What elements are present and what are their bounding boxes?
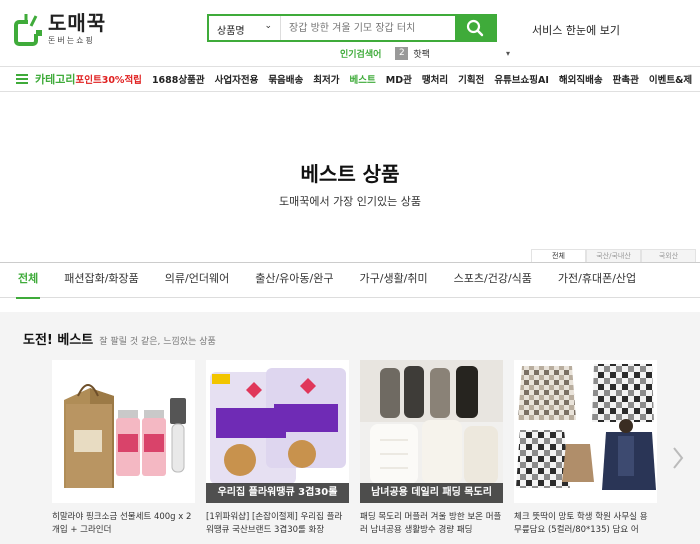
nav-item[interactable]: 1688상품관 xyxy=(152,72,205,86)
expand-arrow-icon[interactable]: ▾ xyxy=(506,49,510,58)
product-name[interactable]: 체크 뜻딱이 망토 학생 학원 사무실 용 무릎담요 (5컬러/80*135) … xyxy=(514,511,657,537)
category-menu-button[interactable]: 카테고리 xyxy=(16,71,75,87)
section-subtitle: 잘 팔릴 것 같은, 느낌있는 상품 xyxy=(99,337,216,347)
logo-subtitle: 돈버는쇼핑 xyxy=(48,36,95,45)
page-title: 베스트 상품 xyxy=(300,162,400,186)
category-menu-label: 카테고리 xyxy=(35,73,76,86)
region-tab[interactable]: 국외산 xyxy=(641,249,696,262)
product-image-check-cape-blanket[interactable] xyxy=(514,360,657,503)
region-tab[interactable]: 전체 xyxy=(531,249,586,262)
product-card[interactable]: 체크 뜻딱이 망토 학생 학원 사무실 용 무릎담요 (5컬러/80*135) … xyxy=(514,360,657,537)
product-card[interactable]: 우리집 플라워땡큐 3겹30롤 [1위파워샵] [손잡이절제] 우리집 플라워땡… xyxy=(206,360,349,537)
logo-title: 도매꾹 xyxy=(48,11,107,35)
category-tab[interactable]: 가구/생활/취미 xyxy=(360,262,428,298)
region-tabs: 전체 국산/국내산 국외산 xyxy=(531,249,696,262)
chevron-right-icon xyxy=(673,447,684,469)
category-tab[interactable]: 패션잡화/화장품 xyxy=(64,262,139,298)
product-card[interactable]: 히말라야 핑크소금 선물세트 400g x 2개입 + 그라인더 xyxy=(52,360,195,537)
nav-item[interactable]: 땡처리 xyxy=(422,72,448,86)
main-navigation: 카테고리 포인트30%적립 1688상품관 사업자전용 묶음배송 최저가 베스트 MD관 땡처… xyxy=(0,66,700,92)
nav-item[interactable]: 묶음배송 xyxy=(268,72,303,86)
nav-item[interactable]: 베스트 xyxy=(350,72,376,86)
nav-item-list: 포인트30%적립 1688상품관 사업자전용 묶음배송 최저가 베스트 MD관 땡처리 기획전 유… xyxy=(75,72,700,86)
popular-keyword[interactable]: 핫팩 xyxy=(413,47,430,60)
nav-item[interactable]: 포인트30%적립 xyxy=(75,72,141,86)
hamburger-icon xyxy=(16,74,28,84)
category-tab[interactable]: 스포츠/건강/식품 xyxy=(454,262,532,298)
product-list: 히말라야 핑크소금 선물세트 400g x 2개입 + 그라인더 우리집 플라워… xyxy=(52,360,668,537)
search-category-value: 상품명 xyxy=(217,26,245,37)
product-caption: 우리집 플라워땡큐 3겹30롤 xyxy=(206,483,349,503)
site-logo[interactable]: 도매꾹 돈버는쇼핑 xyxy=(14,12,106,46)
product-image-toilet-paper[interactable]: 우리집 플라워땡큐 3겹30롤 xyxy=(206,360,349,503)
category-tab[interactable]: 전체 xyxy=(15,262,41,299)
popular-keyword-rank: 2 xyxy=(395,47,409,60)
category-tabs: 전체 패션잡화/화장품 의류/언더웨어 출산/유아동/완구 가구/생활/취미 스포츠/건강… xyxy=(0,262,700,299)
nav-item[interactable]: 유튜브쇼핑AI xyxy=(494,72,549,86)
nav-item[interactable]: 기획전 xyxy=(458,72,484,86)
search-bar: 상품명 ⌄ xyxy=(207,14,497,42)
search-icon xyxy=(466,19,484,37)
category-tab[interactable]: 출산/유아동/완구 xyxy=(255,262,333,298)
product-name[interactable]: 패딩 목도리 머플러 겨울 방한 보온 머플러 남녀공용 생활방수 경량 패딩 xyxy=(360,511,503,537)
nav-item[interactable]: 최저가 xyxy=(313,72,339,86)
logo-icon xyxy=(14,12,44,46)
nav-item[interactable]: MD관 xyxy=(386,72,412,86)
search-category-select[interactable]: 상품명 ⌄ xyxy=(209,16,281,40)
category-tab[interactable]: 의류/언더웨어 xyxy=(165,262,229,298)
category-tab[interactable]: 가전/휴대폰/산업 xyxy=(558,262,636,298)
search-button[interactable] xyxy=(455,16,495,40)
page-description: 도매꾹에서 가장 인기있는 상품 xyxy=(278,195,422,208)
nav-item[interactable]: 판촉관 xyxy=(613,72,639,86)
product-image-padding-scarf[interactable]: 남녀공용 데일리 패딩 목도리 xyxy=(360,360,503,503)
product-card[interactable]: 남녀공용 데일리 패딩 목도리 패딩 목도리 머플러 겨울 방한 보온 머플러 … xyxy=(360,360,503,537)
section-title: 도전! 베스트 xyxy=(23,333,94,348)
chevron-down-icon: ⌄ xyxy=(264,21,272,31)
product-caption: 남녀공용 데일리 패딩 목도리 xyxy=(360,483,503,503)
challenge-best-section: 도전! 베스트 잘 팔릴 것 같은, 느낌있는 상품 히말라야 핑크소금 선물세… xyxy=(0,312,700,544)
nav-item[interactable]: 사업자전용 xyxy=(215,72,259,86)
search-input[interactable] xyxy=(281,16,455,40)
product-name[interactable]: [1위파워샵] [손잡이절제] 우리집 플라워땡큐 국산브랜드 3겹30롤 화장 xyxy=(206,511,349,537)
nav-item[interactable]: 이벤트&제 xyxy=(649,72,692,86)
product-image-salt-gift-set[interactable] xyxy=(52,360,195,503)
service-overview-link[interactable]: 서비스 한눈에 보기 xyxy=(532,22,620,38)
region-tab[interactable]: 국산/국내산 xyxy=(586,249,641,262)
popular-keyword-label: 인기검색어 xyxy=(340,50,382,60)
nav-item[interactable]: 해외직배송 xyxy=(559,72,603,86)
carousel-next-button[interactable] xyxy=(672,446,684,470)
popular-keyword-ticker[interactable]: 인기검색어 2 핫팩 ▾ xyxy=(340,47,510,60)
product-name[interactable]: 히말라야 핑크소금 선물세트 400g x 2개입 + 그라인더 xyxy=(52,511,195,537)
